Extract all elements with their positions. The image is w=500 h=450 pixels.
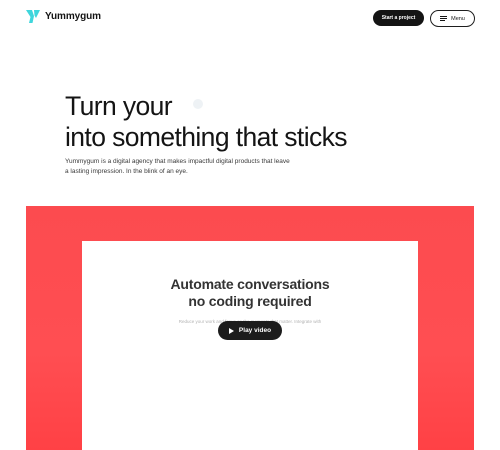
logo[interactable]: Yummygum [26, 10, 101, 23]
start-project-button[interactable]: Start a project [373, 10, 424, 26]
showcase-banner: Automate conversations no coding require… [26, 206, 474, 450]
menu-label: Menu [451, 15, 465, 22]
card-title-line2: no coding required [188, 292, 312, 309]
menu-button[interactable]: Menu [430, 10, 475, 27]
hero-subtitle: Yummygum is a digital agency that makes … [65, 158, 290, 175]
play-video-button[interactable]: Play video [218, 321, 282, 340]
play-icon [228, 327, 234, 334]
animated-word-placeholder [179, 99, 209, 115]
card-title-line1: Automate conversations [170, 276, 330, 292]
card-title: Automate conversations no coding require… [82, 276, 418, 309]
yummygum-logo-icon [26, 10, 40, 23]
brand-name: Yummygum [45, 11, 101, 22]
hero-title: Turn your into something that sticks [65, 91, 348, 153]
showcase-card: Automate conversations no coding require… [82, 241, 418, 450]
hero-title-line1: Turn your [65, 91, 173, 121]
play-video-label: Play video [238, 327, 272, 334]
hamburger-icon [440, 15, 448, 22]
hero-title-line2: into something that sticks [65, 122, 348, 152]
site-header: Yummygum Start a project Menu [0, 0, 500, 40]
